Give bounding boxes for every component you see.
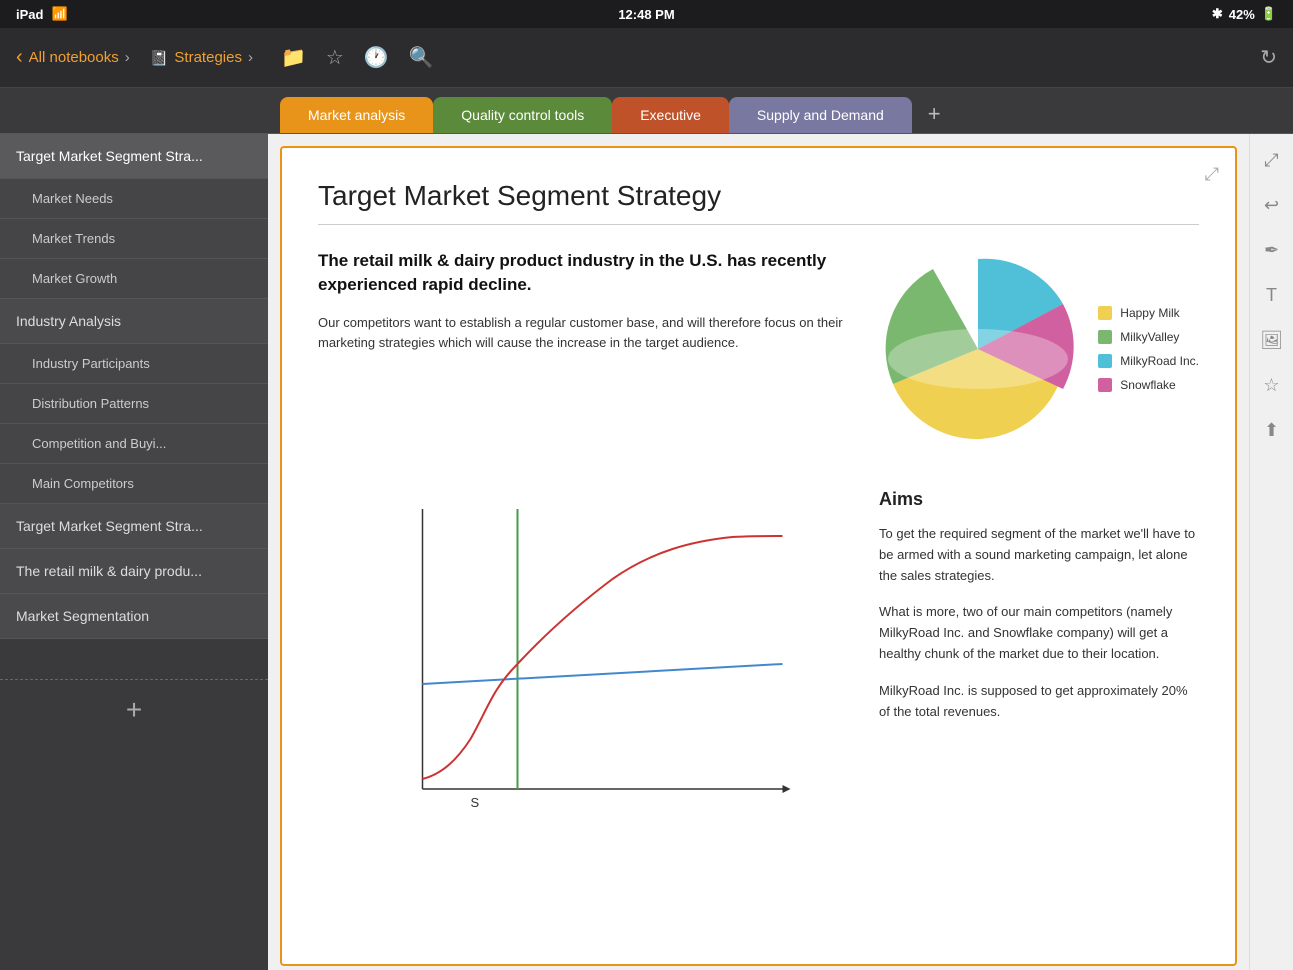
nav-back[interactable]: ‹ All notebooks › bbox=[16, 46, 130, 69]
line-chart: S bbox=[318, 489, 847, 829]
refresh-icon: ↻ bbox=[1260, 47, 1277, 69]
wifi-icon: 📶 bbox=[51, 6, 67, 22]
legend-color-snowflake bbox=[1098, 378, 1112, 392]
bluetooth-icon: ✱ bbox=[1212, 6, 1223, 22]
chart-area: S bbox=[318, 489, 847, 834]
notebook-label: Strategies bbox=[174, 49, 242, 66]
back-label: All notebooks bbox=[29, 49, 119, 66]
legend-milkyroad: MilkyRoad Inc. bbox=[1098, 354, 1199, 368]
notebook-nav[interactable]: 📓 Strategies › bbox=[150, 49, 253, 67]
document-inner: ⤢ Target Market Segment Strategy The ret… bbox=[280, 146, 1237, 966]
notebook-icon: 📓 bbox=[150, 49, 169, 67]
content-bottom: S Aims To get the required segment of th… bbox=[318, 489, 1199, 834]
sidebar-item-target-market-1[interactable]: Target Market Segment Stra... bbox=[0, 134, 268, 179]
ipad-label: iPad bbox=[16, 7, 43, 22]
aims-para-3: MilkyRoad Inc. is supposed to get approx… bbox=[879, 681, 1199, 723]
legend-color-milkyroad bbox=[1098, 354, 1112, 368]
add-tab-button[interactable]: + bbox=[912, 95, 957, 133]
main-layout: Target Market Segment Stra... Market Nee… bbox=[0, 134, 1293, 970]
toolbar-left: ‹ All notebooks › 📓 Strategies › 📁 ☆ 🕐 🔍 bbox=[16, 45, 1248, 70]
legend-snowflake: Snowflake bbox=[1098, 378, 1199, 392]
document-area: ⤢ Target Market Segment Strategy The ret… bbox=[268, 134, 1249, 970]
image-icon[interactable]: 🖼 bbox=[1260, 330, 1283, 351]
pie-chart bbox=[878, 249, 1078, 449]
star-icon[interactable]: ☆ bbox=[326, 45, 344, 70]
legend-milky-valley: MilkyValley bbox=[1098, 330, 1199, 344]
sidebar-item-target-market-2[interactable]: Target Market Segment Stra... bbox=[0, 504, 268, 549]
sidebar-item-industry-analysis[interactable]: Industry Analysis bbox=[0, 299, 268, 344]
status-time: 12:48 PM bbox=[618, 7, 674, 22]
aims-heading: Aims bbox=[879, 489, 1199, 510]
sidebar-item-main-competitors[interactable]: Main Competitors bbox=[0, 464, 268, 504]
history-icon[interactable]: 🕐 bbox=[364, 45, 389, 70]
sidebar-item-market-growth[interactable]: Market Growth bbox=[0, 259, 268, 299]
battery-label: 42% bbox=[1229, 7, 1255, 22]
battery-icon: 🔋 bbox=[1261, 6, 1277, 22]
status-left: iPad 📶 bbox=[16, 6, 68, 22]
refresh-button[interactable]: ↻ bbox=[1260, 45, 1277, 70]
aims-para-2: What is more, two of our main competitor… bbox=[879, 602, 1199, 664]
sidebar-item-market-trends[interactable]: Market Trends bbox=[0, 219, 268, 259]
right-toolbar: ⤢ ↩ ✒ T 🖼 ☆ ⬆ bbox=[1249, 134, 1293, 970]
toolbar: ‹ All notebooks › 📓 Strategies › 📁 ☆ 🕐 🔍… bbox=[0, 28, 1293, 88]
toolbar-icons: 📁 ☆ 🕐 🔍 bbox=[281, 45, 434, 70]
sidebar: Target Market Segment Stra... Market Nee… bbox=[0, 134, 268, 970]
folder-icon[interactable]: 📁 bbox=[281, 45, 306, 70]
svg-text:S: S bbox=[471, 795, 480, 810]
aims-section: Aims To get the required segment of the … bbox=[879, 489, 1199, 834]
tab-executive[interactable]: Executive bbox=[612, 97, 729, 133]
pie-section: Happy Milk MilkyValley MilkyRoad Inc. bbox=[878, 249, 1199, 449]
search-icon[interactable]: 🔍 bbox=[409, 45, 434, 70]
tab-market-analysis[interactable]: Market analysis bbox=[280, 97, 433, 133]
sidebar-item-market-segmentation[interactable]: Market Segmentation bbox=[0, 594, 268, 639]
status-right: ✱ 42% 🔋 bbox=[1212, 6, 1277, 22]
sidebar-item-retail-dairy[interactable]: The retail milk & dairy produ... bbox=[0, 549, 268, 594]
content-top: The retail milk & dairy product industry… bbox=[318, 249, 1199, 449]
tab-supply-demand[interactable]: Supply and Demand bbox=[729, 97, 912, 133]
back-chevron-icon: ‹ bbox=[16, 46, 23, 69]
notebook-arrow-icon: › bbox=[248, 49, 253, 66]
bookmark-icon[interactable]: ☆ bbox=[1263, 375, 1279, 396]
text-icon[interactable]: T bbox=[1266, 285, 1277, 306]
intro-heading: The retail milk & dairy product industry… bbox=[318, 249, 846, 297]
pen-icon[interactable]: ✒ bbox=[1264, 240, 1279, 261]
sidebar-item-competition[interactable]: Competition and Buyi... bbox=[0, 424, 268, 464]
sidebar-item-distribution-patterns[interactable]: Distribution Patterns bbox=[0, 384, 268, 424]
sidebar-item-market-needs[interactable]: Market Needs bbox=[0, 179, 268, 219]
expand-right-icon[interactable]: ⤢ bbox=[1264, 150, 1278, 171]
aims-para-1: To get the required segment of the marke… bbox=[879, 524, 1199, 586]
add-notebook-button[interactable]: + bbox=[126, 694, 142, 726]
arrow-icon: › bbox=[125, 49, 130, 66]
sidebar-item-industry-participants[interactable]: Industry Participants bbox=[0, 344, 268, 384]
share-icon[interactable]: ⬆ bbox=[1264, 420, 1279, 441]
expand-icon[interactable]: ⤢ bbox=[1205, 164, 1219, 185]
undo-icon[interactable]: ↩ bbox=[1264, 195, 1279, 216]
status-bar: iPad 📶 12:48 PM ✱ 42% 🔋 bbox=[0, 0, 1293, 28]
pie-legend: Happy Milk MilkyValley MilkyRoad Inc. bbox=[1098, 306, 1199, 392]
legend-color-milky-valley bbox=[1098, 330, 1112, 344]
tab-quality-control[interactable]: Quality control tools bbox=[433, 97, 612, 133]
intro-text: The retail milk & dairy product industry… bbox=[318, 249, 846, 449]
legend-color-happy-milk bbox=[1098, 306, 1112, 320]
tabs-bar: Market analysis Quality control tools Ex… bbox=[0, 88, 1293, 134]
document-title: Target Market Segment Strategy bbox=[318, 180, 1199, 225]
intro-body: Our competitors want to establish a regu… bbox=[318, 313, 846, 355]
legend-happy-milk: Happy Milk bbox=[1098, 306, 1199, 320]
